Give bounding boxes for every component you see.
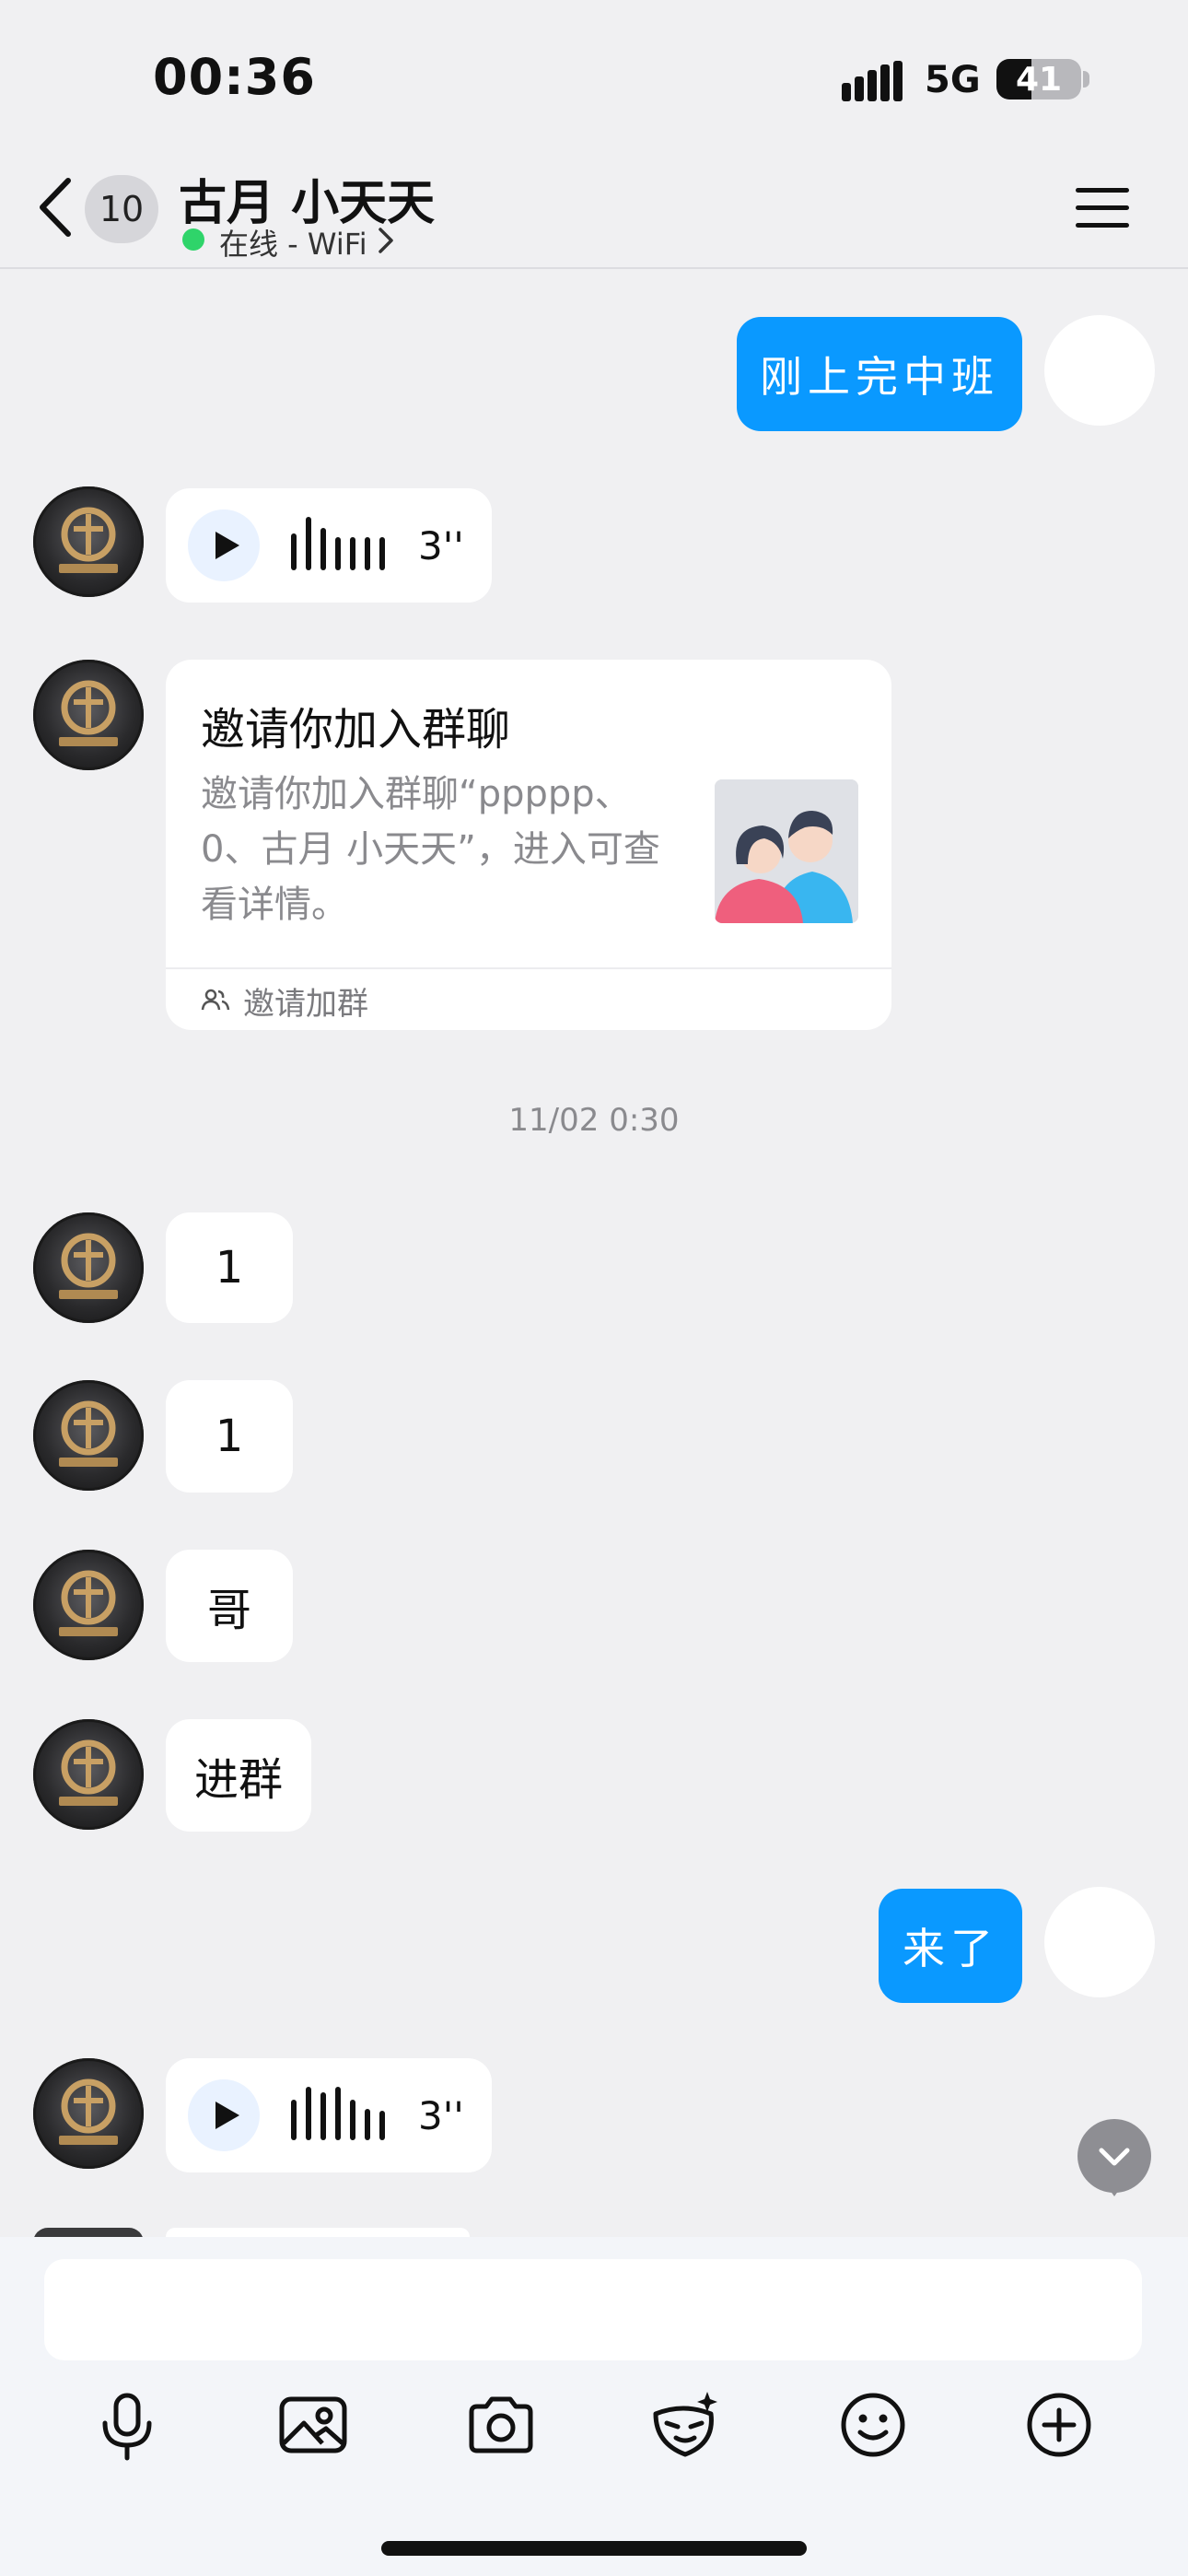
waveform-icon	[291, 2087, 385, 2140]
menu-icon[interactable]	[1074, 184, 1131, 232]
sticker-icon[interactable]	[646, 2386, 724, 2464]
invite-title: 邀请你加入群聊	[201, 704, 511, 755]
message-bubble-incoming[interactable]: 哥	[166, 1550, 293, 1662]
group-avatar-image	[715, 779, 858, 923]
play-button[interactable]	[188, 2079, 260, 2151]
message-bubble-incoming[interactable]: 1	[166, 1212, 293, 1323]
guyue-logo-icon	[59, 680, 118, 746]
header-divider	[0, 267, 1188, 269]
contact-avatar[interactable]	[33, 2058, 144, 2169]
message-bubble-incoming[interactable]: 1	[166, 1380, 293, 1493]
guyue-logo-icon	[59, 1233, 118, 1299]
invite-description: 邀请你加入群聊“ppppp、0、古月 小天天”，进入可查看详情。	[201, 773, 660, 926]
guyue-logo-icon	[59, 1400, 118, 1467]
contact-avatar[interactable]	[33, 660, 144, 770]
chevron-down-icon	[1099, 2148, 1130, 2166]
home-indicator	[381, 2541, 807, 2556]
camera-icon[interactable]	[462, 2386, 540, 2464]
online-status[interactable]: 在线 - WiFi	[219, 221, 367, 263]
microphone-icon[interactable]	[88, 2386, 166, 2464]
message-bubble-incoming	[166, 2228, 470, 2237]
guyue-logo-icon	[59, 1570, 118, 1636]
group-icon	[201, 989, 230, 1011]
signal-strength-icon	[842, 61, 903, 101]
contact-avatar[interactable]	[33, 1212, 144, 1323]
voice-message-bubble[interactable]: 3''	[166, 2058, 492, 2172]
scroll-button-tail	[1105, 2184, 1124, 2196]
voice-message-bubble[interactable]: 3''	[166, 488, 492, 603]
unread-count-badge[interactable]: 10	[85, 175, 158, 243]
play-icon	[215, 532, 239, 559]
contact-avatar[interactable]	[33, 1550, 144, 1660]
battery-cap	[1083, 71, 1089, 88]
battery-icon: 41	[996, 59, 1081, 100]
guyue-logo-icon	[59, 1739, 118, 1806]
plus-icon[interactable]	[1020, 2386, 1098, 2464]
back-arrow-icon[interactable]	[33, 175, 79, 240]
online-indicator	[182, 228, 204, 251]
voice-duration: 3''	[418, 2093, 464, 2138]
group-people-icon	[715, 779, 858, 923]
status-time: 00:36	[153, 48, 316, 106]
battery-level: 41	[1015, 61, 1063, 99]
message-input[interactable]	[44, 2259, 1142, 2360]
image-icon[interactable]	[274, 2386, 352, 2464]
my-avatar[interactable]	[1044, 1887, 1155, 1997]
chat-timestamp: 11/02 0:30	[508, 1102, 680, 1139]
message-bubble-outgoing[interactable]: 刚上完中班	[737, 317, 1022, 431]
network-type: 5G	[925, 59, 981, 101]
message-bubble-outgoing[interactable]: 来了	[879, 1889, 1022, 2003]
play-button[interactable]	[188, 509, 260, 581]
emoji-icon[interactable]	[834, 2386, 912, 2464]
contact-avatar[interactable]	[33, 1380, 144, 1491]
play-icon	[215, 2102, 239, 2129]
guyue-logo-icon	[59, 507, 118, 573]
message-bubble-incoming[interactable]: 进群	[166, 1719, 311, 1832]
scroll-to-bottom-button[interactable]	[1077, 2119, 1151, 2193]
contact-avatar[interactable]	[33, 486, 144, 597]
guyue-logo-icon	[59, 2078, 118, 2145]
my-avatar[interactable]	[1044, 315, 1155, 426]
contact-avatar[interactable]	[33, 1719, 144, 1830]
voice-duration: 3''	[418, 523, 464, 568]
waveform-icon	[291, 517, 385, 570]
card-divider	[166, 967, 891, 969]
invite-footer-label: 邀请加群	[243, 986, 368, 1023]
chevron-right-icon[interactable]	[376, 227, 396, 254]
